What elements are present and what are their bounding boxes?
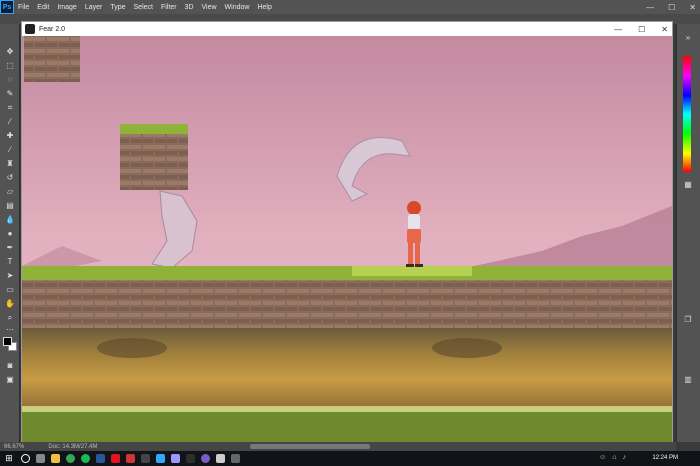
zoom-level[interactable]: 66.67%	[4, 444, 24, 450]
photoshop-taskbar-icon[interactable]	[156, 454, 165, 463]
close-button[interactable]: ✕	[689, 3, 696, 12]
floating-platform-grass	[120, 124, 188, 134]
channels-icon[interactable]: ▥	[682, 374, 694, 384]
photoshop-menu-bar: Ps File Edit Image Layer Type Select Fil…	[0, 0, 700, 14]
dodge-tool-icon[interactable]: ●	[3, 228, 17, 240]
task-view-icon[interactable]	[36, 454, 45, 463]
crop-tool-icon[interactable]: ⌗	[3, 102, 17, 114]
healing-brush-tool-icon[interactable]: ✚	[3, 130, 17, 142]
menu-image[interactable]: Image	[53, 4, 80, 11]
game-taskbar-icon[interactable]	[231, 454, 240, 463]
foreground-grass-highlight	[22, 406, 672, 412]
game-close-button[interactable]: ✕	[661, 25, 668, 34]
taskbar-clock[interactable]: 12:24 PM	[652, 451, 678, 466]
marquee-tool-icon[interactable]: ⬚	[3, 60, 17, 72]
system-tray: ☺ ⌂ ♪	[599, 454, 626, 461]
gradient-tool-icon[interactable]: ▤	[3, 200, 17, 212]
chrome-icon[interactable]	[66, 454, 75, 463]
eyedropper-tool-icon[interactable]: ⁄	[3, 116, 17, 128]
app-icon-black[interactable]	[186, 454, 195, 463]
horizontal-scrollbar[interactable]	[250, 444, 370, 449]
app-icon-purple[interactable]	[201, 454, 210, 463]
menu-window[interactable]: Window	[221, 4, 254, 11]
screen-mode-icon[interactable]: ▣	[3, 374, 17, 386]
menu-select[interactable]: Select	[130, 4, 157, 11]
netflix-icon[interactable]	[126, 454, 135, 463]
menu-view[interactable]: View	[198, 4, 221, 11]
pen-tool-icon[interactable]: ✒	[3, 242, 17, 254]
tools-panel: ✥ ⬚ ◌ ✎ ⌗ ⁄ ✚ ∕ ♜ ↺ ▱ ▤ 💧 ● ✒ T ➤ ▭ ✋ ⌕ …	[0, 24, 20, 442]
windows-taskbar: ⊞ ☺ ⌂ ♪ 12:24 PM	[0, 451, 700, 466]
game-app-icon	[25, 24, 35, 34]
menu-edit[interactable]: Edit	[33, 4, 53, 11]
quick-mask-icon[interactable]: ◙	[3, 360, 17, 372]
menu-3d[interactable]: 3D	[181, 4, 198, 11]
photoshop-window-controls: — ☐ ✕	[646, 0, 696, 14]
menu-file[interactable]: File	[14, 4, 33, 11]
game-titlebar: Fear 2.0 — ☐ ✕	[22, 22, 672, 36]
menu-filter[interactable]: Filter	[157, 4, 181, 11]
maximize-button[interactable]: ☐	[668, 3, 675, 12]
premiere-icon[interactable]	[171, 454, 180, 463]
hand-tool-icon[interactable]: ✋	[3, 298, 17, 310]
hanging-rock-top-left	[24, 36, 80, 82]
start-button[interactable]: ⊞	[0, 451, 18, 466]
brush-tool-icon[interactable]: ∕	[3, 144, 17, 156]
game-window-title: Fear 2.0	[39, 25, 66, 33]
more-tools-icon[interactable]: ⋯	[3, 324, 17, 336]
menu-type[interactable]: Type	[106, 4, 129, 11]
app-icon-dark[interactable]	[141, 454, 150, 463]
rectangle-tool-icon[interactable]: ▭	[3, 284, 17, 296]
right-panel-dock: » ▦ ❐ ▥	[676, 24, 700, 442]
path-select-tool-icon[interactable]: ➤	[3, 270, 17, 282]
photoshop-logo-icon: Ps	[0, 0, 14, 14]
type-tool-icon[interactable]: T	[3, 256, 17, 268]
panel-collapse-icon[interactable]: »	[682, 32, 694, 42]
ground-brick-wall	[22, 280, 672, 328]
people-icon[interactable]: ☺	[599, 454, 606, 461]
game-scene[interactable]	[22, 36, 672, 444]
menu-help[interactable]: Help	[253, 4, 275, 11]
layers-icon[interactable]: ❐	[682, 314, 694, 324]
color-spectrum[interactable]	[683, 56, 691, 172]
floating-platform-rock	[120, 134, 188, 190]
history-brush-tool-icon[interactable]: ↺	[3, 172, 17, 184]
settings-icon[interactable]	[216, 454, 225, 463]
quick-select-tool-icon[interactable]: ✎	[3, 88, 17, 100]
search-icon[interactable]	[21, 454, 30, 463]
foreground-color-swatch[interactable]	[3, 337, 12, 346]
minimize-button[interactable]: —	[646, 3, 654, 12]
ground-grass-strip	[22, 266, 672, 280]
word-icon[interactable]	[96, 454, 105, 463]
blur-tool-icon[interactable]: 💧	[3, 214, 17, 226]
ground-grass-highlight	[352, 266, 472, 276]
foreground-shadow-2	[432, 338, 502, 358]
clone-stamp-tool-icon[interactable]: ♜	[3, 158, 17, 170]
eraser-tool-icon[interactable]: ▱	[3, 186, 17, 198]
volume-icon[interactable]: ♪	[623, 454, 627, 461]
game-window: Fear 2.0 — ☐ ✕	[21, 21, 673, 445]
zoom-tool-icon[interactable]: ⌕	[3, 312, 17, 324]
file-explorer-icon[interactable]	[51, 454, 60, 463]
move-tool-icon[interactable]: ✥	[3, 46, 17, 58]
foreground-shadow-1	[97, 338, 167, 358]
swatches-icon[interactable]: ▦	[682, 179, 694, 189]
document-size: Doc: 14.3M/27.4M	[48, 443, 98, 450]
game-maximize-button[interactable]: ☐	[638, 25, 645, 34]
foreground-grass-bottom	[22, 408, 672, 444]
game-minimize-button[interactable]: —	[614, 25, 622, 34]
spotify-icon[interactable]	[81, 454, 90, 463]
app-icon-red[interactable]	[111, 454, 120, 463]
game-window-controls: — ☐ ✕	[614, 22, 668, 36]
network-icon[interactable]: ⌂	[612, 454, 616, 461]
lasso-tool-icon[interactable]: ◌	[3, 74, 17, 86]
clock-time: 12:24 PM	[652, 455, 678, 461]
menu-layer[interactable]: Layer	[81, 4, 107, 11]
